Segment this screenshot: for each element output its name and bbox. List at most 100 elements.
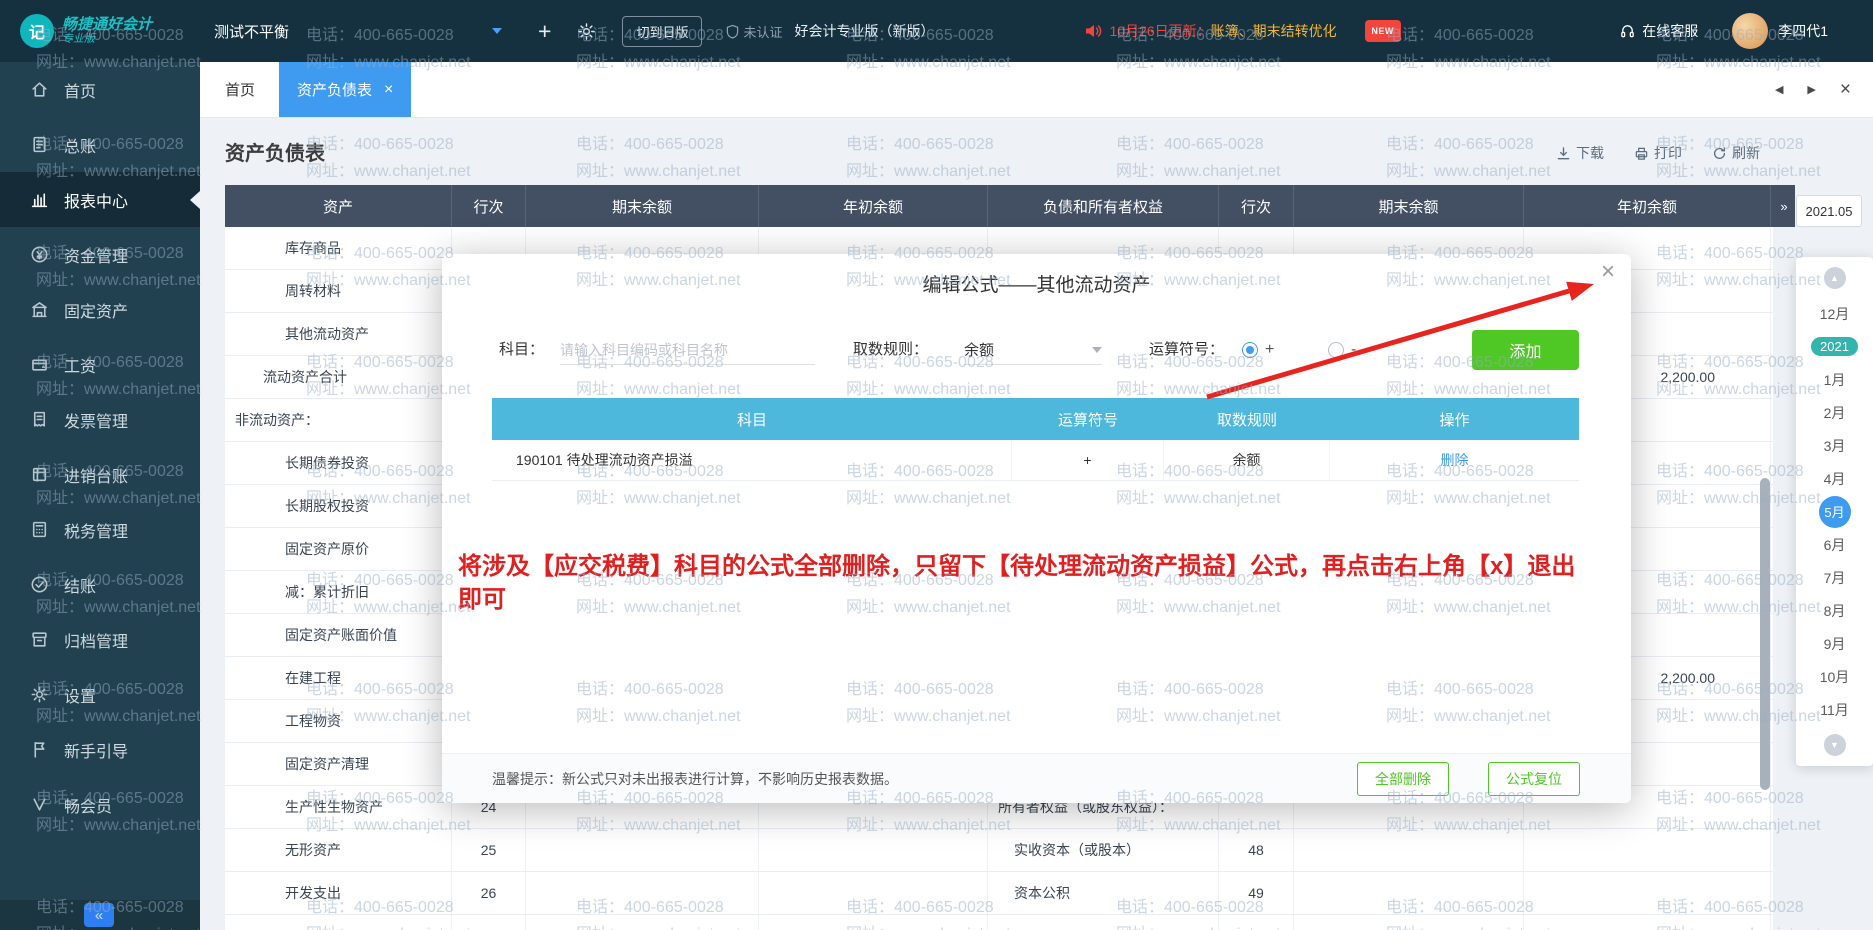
period-item-6月[interactable]: 6月 (1796, 528, 1873, 561)
download-icon (1556, 146, 1571, 161)
tab-scroll-right-icon[interactable]: ▶ (1807, 83, 1815, 96)
switch-version-button[interactable]: 切到日版 (622, 16, 702, 47)
asset-cell: 无形资产 (225, 829, 452, 871)
tab-scroll-left-icon[interactable]: ◀ (1775, 83, 1783, 96)
sidebar-item-fund-management[interactable]: 资金管理 (0, 227, 200, 282)
asset-line-cell: 25 (452, 829, 526, 871)
liability-beginning-cell (1524, 829, 1771, 871)
period-panel: ▲ 12月 2021 1月2月3月4月5月6月7月8月9月10月11月 ▼ (1796, 257, 1873, 766)
edit-formula-modal: × 编辑公式——其他流动资产 科目： 取数规则： 余额 运算符号： + - 添加… (442, 254, 1631, 803)
sidebar-item-label: 畅会员 (64, 793, 112, 817)
formula-column-header: 取数规则 (1164, 398, 1330, 440)
period-item-4月[interactable]: 4月 (1796, 462, 1873, 495)
modal-close-icon[interactable]: × (1601, 260, 1615, 284)
sidebar-item-label: 发票管理 (64, 408, 128, 432)
announcement-banner[interactable]: 10月26日更新： 账簿、期末结转优化 (1084, 21, 1336, 41)
sidebar-item-member[interactable]: 畅会员 (0, 777, 200, 832)
rule-select[interactable]: 余额 (964, 335, 1102, 365)
period-item-2月[interactable]: 2月 (1796, 396, 1873, 429)
period-item-3月[interactable]: 3月 (1796, 429, 1873, 462)
logo-title: 畅捷通好会计 (62, 16, 152, 33)
chevron-down-icon (1092, 347, 1102, 353)
formula-column-header: 运算符号 (1012, 398, 1164, 440)
close-all-tabs-icon[interactable]: × (1840, 79, 1851, 101)
add-icon[interactable]: + (538, 20, 551, 43)
sidebar-item-home[interactable]: 首页 (0, 62, 200, 117)
period-item-1月[interactable]: 1月 (1796, 363, 1873, 396)
operator-plus-radio[interactable]: + (1242, 330, 1274, 370)
cert-status[interactable]: 未认证 (726, 22, 782, 41)
announcement-date: 10月26日更新： (1109, 21, 1210, 41)
app-logo: 记 畅捷通好会计 专业版 (0, 14, 200, 48)
print-button[interactable]: 打印 (1634, 143, 1682, 163)
sidebar-item-invoice-management[interactable]: 发票管理 (0, 392, 200, 447)
new-badge-icon[interactable]: NEW (1365, 20, 1401, 42)
column-header: 负债和所有者权益 (988, 185, 1219, 227)
asset-cell: 固定资产清理 (225, 743, 452, 785)
period-item-2021[interactable]: 2021 (1796, 330, 1873, 363)
sidebar-item-beginner-guide[interactable]: 新手引导 (0, 722, 200, 777)
formula-table: 科目运算符号取数规则操作 190101 待处理流动资产损溢+余额删除 (492, 398, 1579, 481)
tab-home[interactable]: 首页 (225, 79, 255, 100)
tax-icon (30, 520, 50, 540)
formula-operator-cell: + (1012, 440, 1164, 480)
period-display[interactable]: 2021.05 (1796, 195, 1862, 227)
tabbar: 首页 资产负债表 × ◀ ▶ × (200, 62, 1873, 117)
avatar[interactable] (1732, 13, 1768, 49)
liability-line-cell (1219, 915, 1294, 930)
sidebar-item-report-center[interactable]: 报表中心 (0, 172, 200, 227)
modal-tip: 温馨提示：新公式只对未出报表进行计算，不影响历史报表数据。 (492, 769, 898, 789)
table-row[interactable] (225, 915, 1773, 930)
liability-ending-cell (1294, 915, 1524, 930)
guide-icon (30, 740, 50, 760)
scroll-up-icon[interactable]: ▲ (1824, 267, 1846, 289)
table-row[interactable]: 开发支出26资本公积49 (225, 872, 1773, 915)
archive-icon (30, 630, 50, 650)
asset-ending-cell (526, 829, 759, 871)
sidebar-item-fixed-assets[interactable]: 固定资产 (0, 282, 200, 337)
period-item-9月[interactable]: 9月 (1796, 627, 1873, 660)
delete-all-button[interactable]: 全部删除 (1357, 762, 1449, 796)
formula-reset-button[interactable]: 公式复位 (1488, 762, 1580, 796)
sidebar-item-settings[interactable]: 设置 (0, 667, 200, 722)
tab-close-icon[interactable]: × (384, 81, 393, 99)
period-item-7月[interactable]: 7月 (1796, 561, 1873, 594)
sidebar-item-trade-ledger[interactable]: 进销台账 (0, 447, 200, 502)
tab-balance-sheet[interactable]: 资产负债表 × (279, 62, 411, 117)
subject-input[interactable] (560, 335, 815, 365)
subject-label: 科目： (499, 330, 544, 370)
sidebar-item-label: 税务管理 (64, 518, 128, 542)
topbar: 记 畅捷通好会计 专业版 测试不平衡 + 切到日版 未认证 好会计专业版（新版）… (0, 0, 1873, 62)
sidebar-item-archive-management[interactable]: 归档管理 (0, 612, 200, 667)
asset-cell: 流动资产合计 (225, 356, 452, 398)
gear-icon[interactable] (577, 22, 596, 41)
period-item-8月[interactable]: 8月 (1796, 594, 1873, 627)
scroll-down-icon[interactable]: ▼ (1824, 734, 1846, 756)
sidebar-item-tax-management[interactable]: 税务管理 (0, 502, 200, 557)
online-service-button[interactable]: 在线客服 (1619, 21, 1698, 41)
trade-ledger-icon (30, 465, 50, 485)
period-item-10月[interactable]: 10月 (1796, 660, 1873, 693)
table-row[interactable]: 无形资产25实收资本（或股本）48 (225, 829, 1773, 872)
delete-link[interactable]: 删除 (1330, 440, 1579, 480)
refresh-button[interactable]: 刷新 (1712, 143, 1760, 163)
period-item-11月[interactable]: 11月 (1796, 693, 1873, 726)
formula-form: 科目： 取数规则： 余额 运算符号： + - 添加 (442, 330, 1631, 370)
year-pill: 2021 (1811, 337, 1858, 356)
account-set-name: 测试不平衡 (214, 21, 289, 42)
table-scrollbar[interactable] (1760, 478, 1770, 790)
account-set-selector[interactable]: 测试不平衡 (214, 21, 502, 42)
sidebar-item-general-ledger[interactable]: 总账 (0, 117, 200, 172)
collapse-sidebar-icon[interactable]: « (84, 903, 114, 927)
download-button[interactable]: 下载 (1556, 143, 1604, 163)
add-button[interactable]: 添加 (1472, 330, 1579, 370)
expand-columns-icon[interactable]: » (1773, 185, 1795, 227)
period-item-12月[interactable]: 12月 (1796, 297, 1873, 330)
asset-cell: 生产性生物资产 (225, 786, 452, 828)
operator-minus-radio[interactable]: - (1328, 330, 1356, 370)
sidebar-item-salary[interactable]: 工资 (0, 337, 200, 392)
sidebar-item-closing[interactable]: 结账 (0, 557, 200, 612)
sidebar-item-label: 设置 (64, 683, 96, 707)
period-item-5月[interactable]: 5月 (1796, 495, 1873, 528)
username[interactable]: 李四代1 (1778, 21, 1828, 41)
